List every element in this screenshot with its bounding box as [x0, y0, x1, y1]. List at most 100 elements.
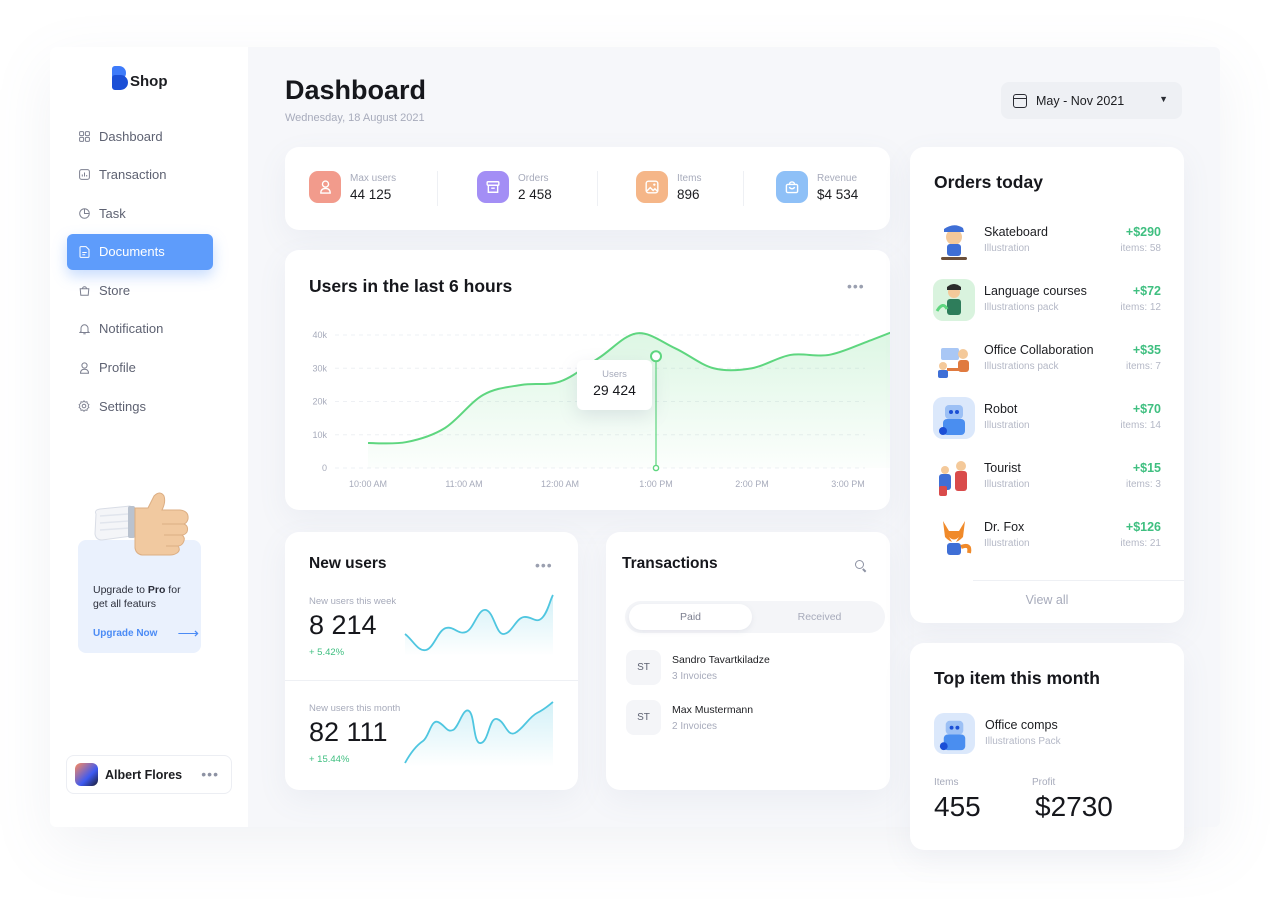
sidebar-item-label: Store — [99, 282, 131, 298]
grid-icon — [77, 129, 91, 143]
order-price: +$290 — [1125, 225, 1161, 239]
sidebar-item-transaction[interactable]: Transaction — [67, 157, 213, 193]
week-sparkline — [404, 594, 554, 656]
sidebar-item-label: Notification — [99, 321, 164, 337]
gear-icon — [77, 399, 91, 413]
order-name: Language courses — [984, 284, 1087, 298]
transaction-avatar: ST — [626, 700, 661, 735]
chevron-down-icon: ▼ — [1159, 94, 1168, 104]
top-item-card: Top item this month Office comps Illustr… — [910, 643, 1184, 850]
sidebar-item-label: Transaction — [99, 167, 167, 183]
bell-icon — [77, 322, 91, 336]
order-item[interactable]: Dr. Fox Illustration +$126 items: 21 — [933, 515, 1161, 557]
user-icon — [309, 171, 341, 203]
order-sub: Illustration — [984, 479, 1030, 490]
week-label: New users this week — [309, 596, 397, 607]
users-chart-card: Users in the last 6 hours ••• 0 10k 20k 30k… — [285, 250, 890, 510]
top-item-sub: Illustrations Pack — [985, 736, 1061, 747]
x-tick-label: 2:00 PM — [735, 479, 769, 489]
order-sub: Illustration — [984, 538, 1030, 549]
user-profile-button[interactable]: Albert Flores ••• — [66, 755, 232, 794]
order-count: items: 3 — [1125, 479, 1161, 490]
month-value: 82 111 — [309, 717, 388, 747]
order-sub: Illustration — [984, 420, 1030, 431]
order-item[interactable]: Skateboard Illustration +$290 items: 58 — [933, 220, 1161, 262]
profit-label: Profit — [1032, 777, 1056, 788]
stat-items: Items 896 — [636, 171, 701, 203]
transaction-name: Sandro Tavartkiladze — [672, 653, 770, 666]
sidebar-item-store[interactable]: Store — [67, 272, 213, 308]
order-sub: Illustration — [984, 243, 1030, 254]
x-tick-label: 12:00 AM — [541, 479, 579, 489]
stat-value: 2 458 — [518, 186, 552, 202]
tooltip-label: Users — [602, 369, 627, 380]
x-tick-label: 3:00 PM — [831, 479, 865, 489]
order-item[interactable]: Language courses Illustrations pack +$72… — [933, 279, 1161, 321]
sidebar-item-label: Task — [99, 205, 126, 221]
chart-highlight-point[interactable] — [650, 350, 662, 363]
sidebar-item-dashboard[interactable]: Dashboard — [67, 118, 213, 154]
order-item[interactable]: Tourist Illustration +$15 items: 3 — [933, 456, 1161, 498]
order-price: +$15 — [1132, 461, 1161, 475]
dr-fox-illustration — [933, 515, 975, 557]
language-courses-illustration — [933, 279, 975, 321]
tooltip-value: 29 424 — [593, 382, 636, 398]
stat-label: Revenue — [817, 172, 858, 184]
more-icon[interactable]: ••• — [201, 766, 219, 782]
robot-illustration — [933, 397, 975, 439]
office-comps-illustration — [934, 713, 975, 754]
stat-label: Max users — [350, 172, 397, 184]
transaction-row[interactable]: ST Max Mustermann 2 Invoices — [626, 700, 753, 735]
upgrade-text: Upgrade to Pro for get all featurs — [93, 583, 198, 611]
new-users-title: New users — [309, 555, 387, 572]
y-tick-label: 0 — [322, 463, 327, 473]
stat-label: Orders — [518, 172, 549, 184]
order-name: Office Collaboration — [984, 343, 1094, 357]
view-all-link[interactable]: View all — [910, 593, 1184, 607]
stat-value: $4 534 — [817, 186, 859, 202]
order-item[interactable]: Robot Illustration +$70 items: 14 — [933, 397, 1161, 439]
page-date: Wednesday, 18 August 2021 — [285, 112, 425, 124]
sidebar-item-profile[interactable]: Profile — [67, 350, 213, 386]
skateboard-illustration — [933, 220, 975, 262]
order-price: +$72 — [1132, 284, 1161, 298]
stat-orders: Orders 2 458 — [477, 171, 552, 203]
divider — [743, 171, 744, 206]
sidebar-item-notification[interactable]: Notification — [67, 311, 213, 347]
transaction-avatar: ST — [626, 650, 661, 685]
transactions-title: Transactions — [622, 555, 718, 572]
chart-tooltip: Users 29 424 — [577, 360, 652, 410]
order-price: +$126 — [1125, 520, 1161, 534]
stat-value: 896 — [677, 186, 700, 202]
sidebar-item-task[interactable]: Task — [67, 195, 213, 231]
y-tick-label: 30k — [312, 363, 327, 373]
logo-text: Shop — [130, 72, 168, 90]
image-icon — [636, 171, 668, 203]
x-tick-label: 10:00 AM — [349, 479, 387, 489]
x-tick-label: 1:00 PM — [639, 479, 673, 489]
order-item[interactable]: Office Collaboration Illustrations pack … — [933, 338, 1161, 380]
search-icon[interactable] — [855, 560, 864, 569]
user-name: Albert Flores — [105, 767, 183, 782]
order-count: items: 21 — [1120, 538, 1161, 549]
transaction-row[interactable]: ST Sandro Tavartkiladze 3 Invoices — [626, 650, 770, 685]
stat-max-users: Max users 44 125 — [309, 171, 396, 203]
date-range-dropdown[interactable]: May - Nov 2021 ▼ — [1001, 82, 1182, 119]
x-tick-label: 11:00 AM — [445, 479, 482, 489]
new-users-card: New users ••• New users this week 8 214 … — [285, 532, 578, 790]
archive-icon — [477, 171, 509, 203]
tab-received[interactable]: Received — [758, 604, 881, 630]
upgrade-now-link[interactable]: Upgrade Now ⟶ — [93, 624, 199, 642]
sidebar-item-label: Profile — [99, 360, 136, 376]
sidebar-item-settings[interactable]: Settings — [67, 388, 213, 424]
week-change: + 5.42% — [309, 647, 345, 658]
transaction-invoices: 3 Invoices — [672, 670, 718, 682]
items-value: 455 — [934, 791, 981, 822]
tab-paid[interactable]: Paid — [629, 604, 752, 630]
logo[interactable]: Shop — [112, 66, 168, 90]
sidebar-item-label: Documents — [99, 244, 165, 260]
upgrade-text-pro: Pro — [147, 584, 166, 596]
sidebar-item-documents[interactable]: Documents — [67, 233, 213, 270]
transaction-name: Max Mustermann — [672, 703, 754, 716]
more-icon[interactable]: ••• — [535, 557, 553, 573]
